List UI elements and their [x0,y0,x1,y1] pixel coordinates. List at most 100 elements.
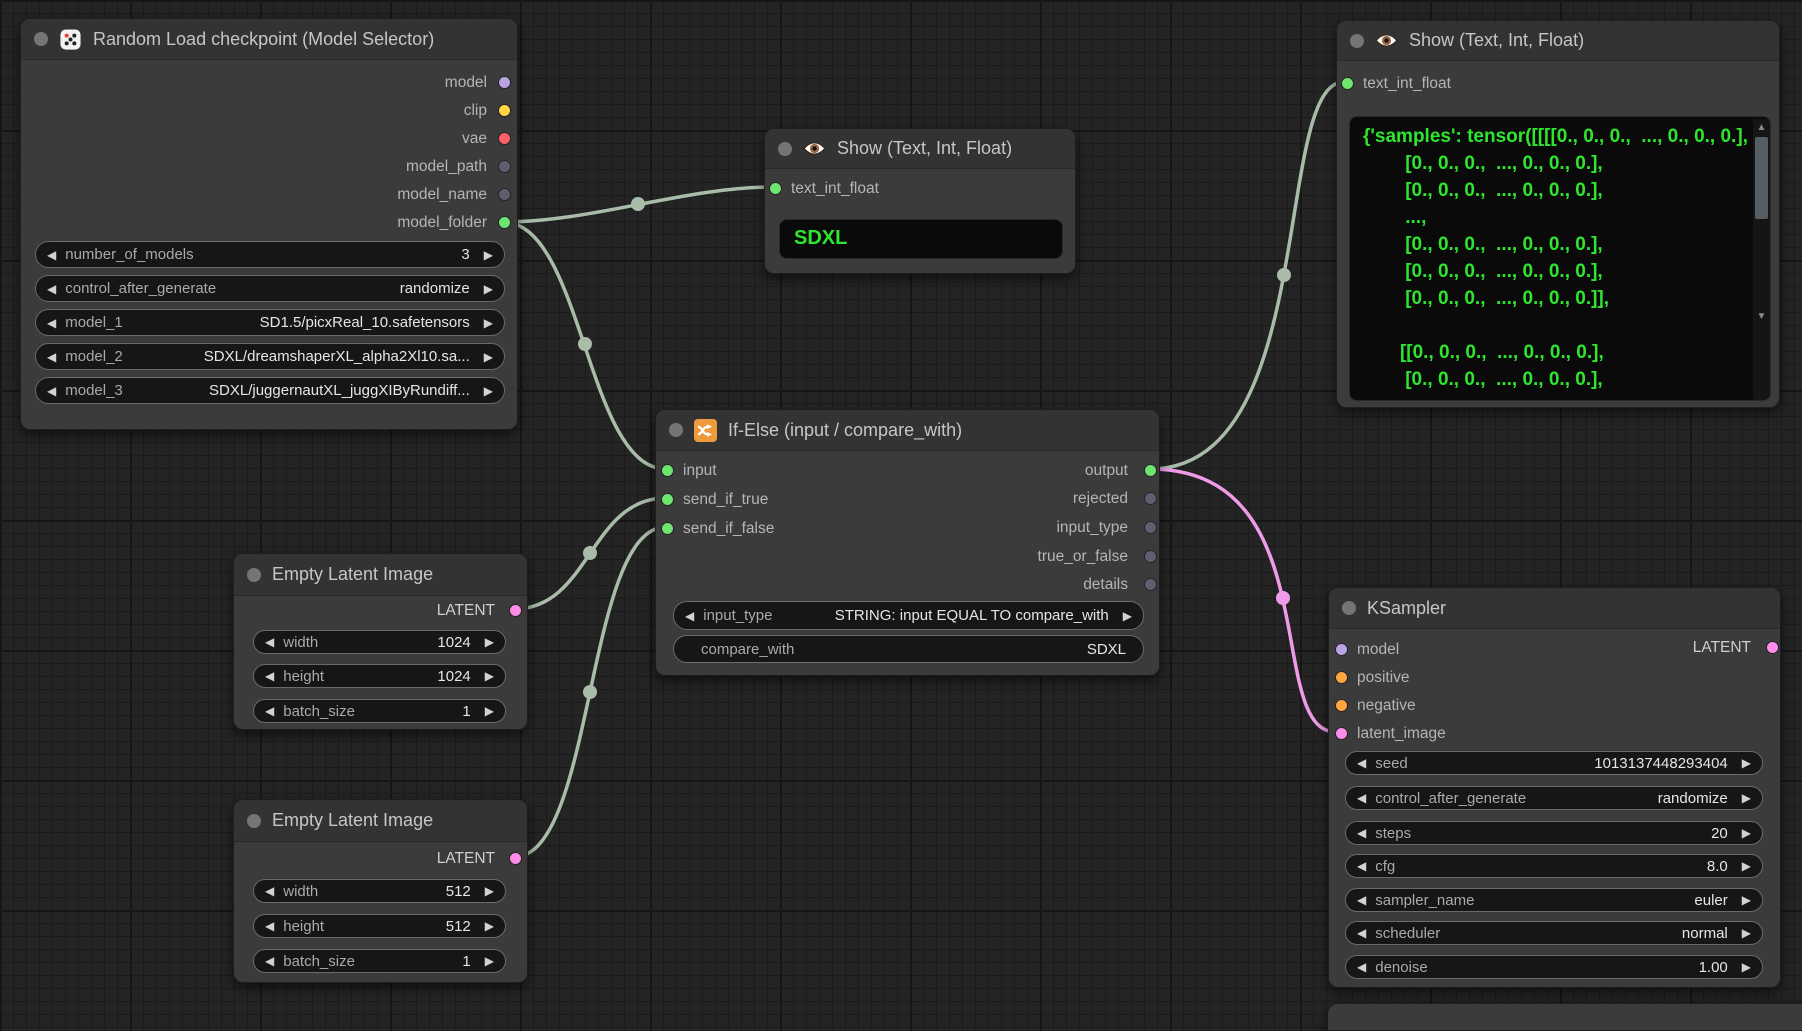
widget-control-after-generate[interactable]: control_after_generate randomize [35,275,505,302]
input-port-model[interactable] [1335,643,1348,656]
collapse-dot[interactable] [1342,601,1356,615]
increment-arrow-icon[interactable] [485,670,494,682]
decrement-arrow-icon[interactable] [47,283,56,295]
output-port-input-type[interactable] [1144,521,1157,534]
output-port-clip[interactable] [498,104,511,117]
widget-model-3[interactable]: model_3 SDXL/juggernautXL_juggXIByRundif… [35,377,505,404]
increment-arrow-icon[interactable] [1742,792,1751,804]
widget-compare-with[interactable]: compare_with SDXL [673,635,1144,663]
increment-arrow-icon[interactable] [485,955,494,967]
output-port-model-path[interactable] [498,160,511,173]
input-port-send-if-true[interactable] [661,493,674,506]
collapse-dot[interactable] [669,423,683,437]
widget-width[interactable]: width 1024 [253,630,506,654]
increment-arrow-icon[interactable] [1742,860,1751,872]
increment-arrow-icon[interactable] [485,636,494,648]
increment-arrow-icon[interactable] [1742,757,1751,769]
widget-height[interactable]: height 1024 [253,664,506,688]
node-graph-canvas[interactable]: Random Load checkpoint (Model Selector) … [0,0,1802,1031]
output-port-vae[interactable] [498,132,511,145]
input-port-text-int-float[interactable] [769,182,782,195]
increment-arrow-icon[interactable] [1123,610,1132,622]
node-show-text-mid[interactable]: Show (Text, Int, Float) text_int_float S… [764,128,1076,274]
decrement-arrow-icon[interactable] [265,955,274,967]
scroll-down-icon[interactable] [1753,312,1770,322]
widget-cfg[interactable]: cfg 8.0 [1345,854,1763,878]
collapse-dot[interactable] [34,32,48,46]
widget-model-1[interactable]: model_1 SD1.5/picxReal_10.safetensors [35,309,505,336]
output-port-model[interactable] [498,76,511,89]
widget-denoise[interactable]: denoise 1.00 [1345,955,1763,979]
increment-arrow-icon[interactable] [484,283,493,295]
decrement-arrow-icon[interactable] [1357,927,1366,939]
increment-arrow-icon[interactable] [484,385,493,397]
decrement-arrow-icon[interactable] [1357,894,1366,906]
increment-arrow-icon[interactable] [484,249,493,261]
decrement-arrow-icon[interactable] [265,885,274,897]
output-port-model-folder[interactable] [498,216,511,229]
decrement-arrow-icon[interactable] [265,636,274,648]
scroll-up-icon[interactable] [1753,123,1770,133]
widget-input-type[interactable]: input_type STRING: input EQUAL TO compar… [673,601,1144,630]
increment-arrow-icon[interactable] [1742,894,1751,906]
widget-height[interactable]: height 512 [253,914,506,938]
node-title-bar[interactable]: If-Else (input / compare_with) [656,410,1159,451]
widget-control-after-generate[interactable]: control_after_generate randomize [1345,786,1763,810]
decrement-arrow-icon[interactable] [47,317,56,329]
decrement-arrow-icon[interactable] [1357,961,1366,973]
decrement-arrow-icon[interactable] [1357,860,1366,872]
node-show-text-top[interactable]: Show (Text, Int, Float) text_int_float {… [1336,20,1780,408]
decrement-arrow-icon[interactable] [47,351,56,363]
output-port-latent[interactable] [1766,641,1779,654]
node-title-bar[interactable]: KSampler [1329,588,1780,629]
decrement-arrow-icon[interactable] [47,249,56,261]
widget-width[interactable]: width 512 [253,879,506,903]
decrement-arrow-icon[interactable] [47,385,56,397]
collapse-dot[interactable] [1350,34,1364,48]
collapse-dot[interactable] [247,814,261,828]
show-text-area[interactable]: SDXL [779,219,1063,259]
input-port-positive[interactable] [1335,671,1348,684]
input-port-negative[interactable] [1335,699,1348,712]
widget-batch-size[interactable]: batch_size 1 [253,949,506,973]
decrement-arrow-icon[interactable] [265,705,274,717]
node-ksampler[interactable]: KSampler model positive negative latent_… [1328,587,1781,988]
node-random-load-checkpoint[interactable]: Random Load checkpoint (Model Selector) … [20,18,518,430]
widget-steps[interactable]: steps 20 [1345,821,1763,845]
output-port-true-or-false[interactable] [1144,550,1157,563]
output-port-latent[interactable] [509,852,522,865]
decrement-arrow-icon[interactable] [1357,827,1366,839]
decrement-arrow-icon[interactable] [265,920,274,932]
input-port-latent-image[interactable] [1335,727,1348,740]
widget-scheduler[interactable]: scheduler normal [1345,921,1763,945]
widget-number-of-models[interactable]: number_of_models 3 [35,241,505,268]
input-port-text-int-float[interactable] [1341,77,1354,90]
output-port-details[interactable] [1144,578,1157,591]
output-port-output[interactable] [1144,464,1157,477]
node-title-bar[interactable]: Random Load checkpoint (Model Selector) [21,19,517,60]
increment-arrow-icon[interactable] [484,317,493,329]
output-port-latent[interactable] [509,604,522,617]
input-port-send-if-false[interactable] [661,522,674,535]
increment-arrow-icon[interactable] [1742,827,1751,839]
increment-arrow-icon[interactable] [1742,961,1751,973]
input-port-input[interactable] [661,464,674,477]
collapse-dot[interactable] [778,142,792,156]
decrement-arrow-icon[interactable] [265,670,274,682]
node-empty-latent-2[interactable]: Empty Latent Image LATENT width 512 heig… [233,799,528,983]
node-title-bar[interactable]: Show (Text, Int, Float) [765,129,1075,169]
node-partial-bottom[interactable] [1327,1003,1802,1031]
node-title-bar[interactable]: Empty Latent Image [234,554,527,596]
increment-arrow-icon[interactable] [485,885,494,897]
increment-arrow-icon[interactable] [485,705,494,717]
decrement-arrow-icon[interactable] [685,610,694,622]
show-text-area[interactable]: {'samples': tensor([[[[0., 0., 0., ..., … [1349,116,1771,401]
widget-sampler-name[interactable]: sampler_name euler [1345,888,1763,912]
node-title-bar[interactable]: Empty Latent Image [234,800,527,842]
output-port-rejected[interactable] [1144,492,1157,505]
decrement-arrow-icon[interactable] [1357,757,1366,769]
increment-arrow-icon[interactable] [485,920,494,932]
widget-seed[interactable]: seed 1013137448293404 [1345,751,1763,775]
node-title-bar[interactable]: Show (Text, Int, Float) [1337,21,1779,61]
node-empty-latent-1[interactable]: Empty Latent Image LATENT width 1024 hei… [233,553,528,730]
